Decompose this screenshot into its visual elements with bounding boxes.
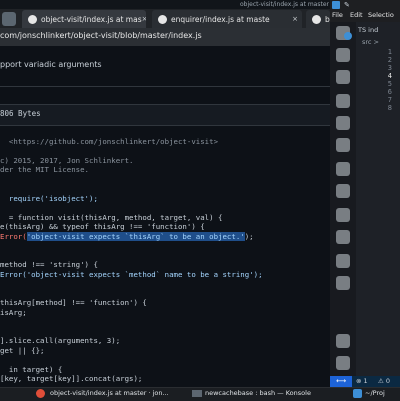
line-number: 1 bbox=[387, 48, 392, 56]
live-share-icon[interactable] bbox=[336, 184, 350, 198]
line-number: 8 bbox=[387, 104, 392, 112]
tests-icon[interactable] bbox=[336, 230, 350, 244]
taskbar-item-browser[interactable]: object-visit/index.js at master · jon... bbox=[50, 389, 169, 399]
remote-explorer-icon[interactable] bbox=[336, 138, 350, 152]
code-line: Error('object-visit expects `thisArg` to… bbox=[0, 231, 254, 241]
github-icon[interactable] bbox=[336, 162, 350, 176]
account-icon[interactable] bbox=[336, 334, 350, 348]
url-text[interactable]: com/jonschlinkert/object-visit/blob/mast… bbox=[0, 31, 202, 40]
menu-selection[interactable]: Selectio bbox=[368, 11, 394, 19]
code-line: [key, target[key]].concat(args); bbox=[0, 374, 143, 383]
line-number: 7 bbox=[387, 96, 392, 104]
lightning-icon[interactable] bbox=[336, 254, 350, 268]
line-number: 6 bbox=[387, 88, 392, 96]
run-debug-icon[interactable] bbox=[336, 94, 350, 108]
breadcrumb[interactable]: src > bbox=[362, 38, 379, 46]
line-number: 5 bbox=[387, 80, 392, 88]
tab-partial[interactable]: bas bbox=[306, 10, 330, 28]
warning-count[interactable]: ⚠ 0 bbox=[378, 377, 390, 385]
file-size: 806 Bytes bbox=[0, 109, 41, 118]
line-number: 2 bbox=[387, 56, 392, 64]
remote-indicator-icon[interactable]: ⟷ bbox=[330, 376, 352, 387]
vscode-taskbar-icon bbox=[353, 389, 362, 398]
vscode-logo-icon bbox=[332, 1, 340, 9]
menu-file[interactable]: File bbox=[332, 11, 343, 19]
code-line: Error('object-visit expects `method` nam… bbox=[0, 269, 263, 279]
explorer-panel bbox=[356, 22, 400, 376]
tab-label: object-visit/index.js at mas bbox=[41, 14, 142, 24]
code-line: der the MIT License. bbox=[0, 165, 89, 174]
github-icon bbox=[158, 14, 167, 24]
extensions-icon[interactable] bbox=[336, 116, 350, 130]
browser-taskbar-icon[interactable] bbox=[36, 389, 45, 398]
close-icon[interactable]: × bbox=[142, 15, 146, 23]
menu-edit[interactable]: Edit bbox=[350, 11, 363, 19]
settings-gear-icon[interactable] bbox=[336, 356, 350, 370]
tab-list-button[interactable] bbox=[2, 12, 16, 26]
timeline-icon[interactable] bbox=[336, 208, 350, 222]
pin-icon[interactable]: ✎ bbox=[344, 1, 352, 9]
github-icon bbox=[28, 14, 37, 24]
editor-tab-label[interactable]: TS ind bbox=[358, 26, 378, 34]
search-icon[interactable] bbox=[336, 48, 350, 62]
terminal-icon bbox=[192, 390, 202, 397]
tab-object-visit[interactable]: object-visit/index.js at mas × bbox=[22, 10, 146, 28]
close-icon[interactable]: × bbox=[292, 15, 298, 23]
code-line: get || {}; bbox=[0, 345, 45, 355]
line-number: 3 bbox=[387, 64, 392, 72]
code-line: isArg; bbox=[0, 307, 27, 317]
file-header bbox=[0, 104, 330, 126]
tab-label: enquirer/index.js at maste bbox=[171, 14, 270, 24]
line-number: 4 bbox=[387, 72, 392, 80]
taskbar-item-konsole[interactable]: newcachebase : bash — Konsole bbox=[205, 389, 311, 399]
code-line: require('isobject'); bbox=[0, 193, 98, 203]
github-icon bbox=[312, 14, 321, 24]
code-line: <https://github.com/jonschlinkert/object… bbox=[0, 136, 219, 146]
commit-message[interactable]: pport variadic arguments bbox=[0, 60, 102, 69]
docker-icon[interactable] bbox=[336, 276, 350, 290]
tab-enquirer[interactable]: enquirer/index.js at maste × bbox=[152, 10, 302, 28]
error-count[interactable]: ⊗ 1 bbox=[356, 377, 368, 385]
taskbar-item-vscode[interactable]: ~/Proj bbox=[365, 389, 385, 399]
source-control-icon[interactable] bbox=[336, 70, 350, 84]
notification-badge bbox=[344, 32, 352, 40]
